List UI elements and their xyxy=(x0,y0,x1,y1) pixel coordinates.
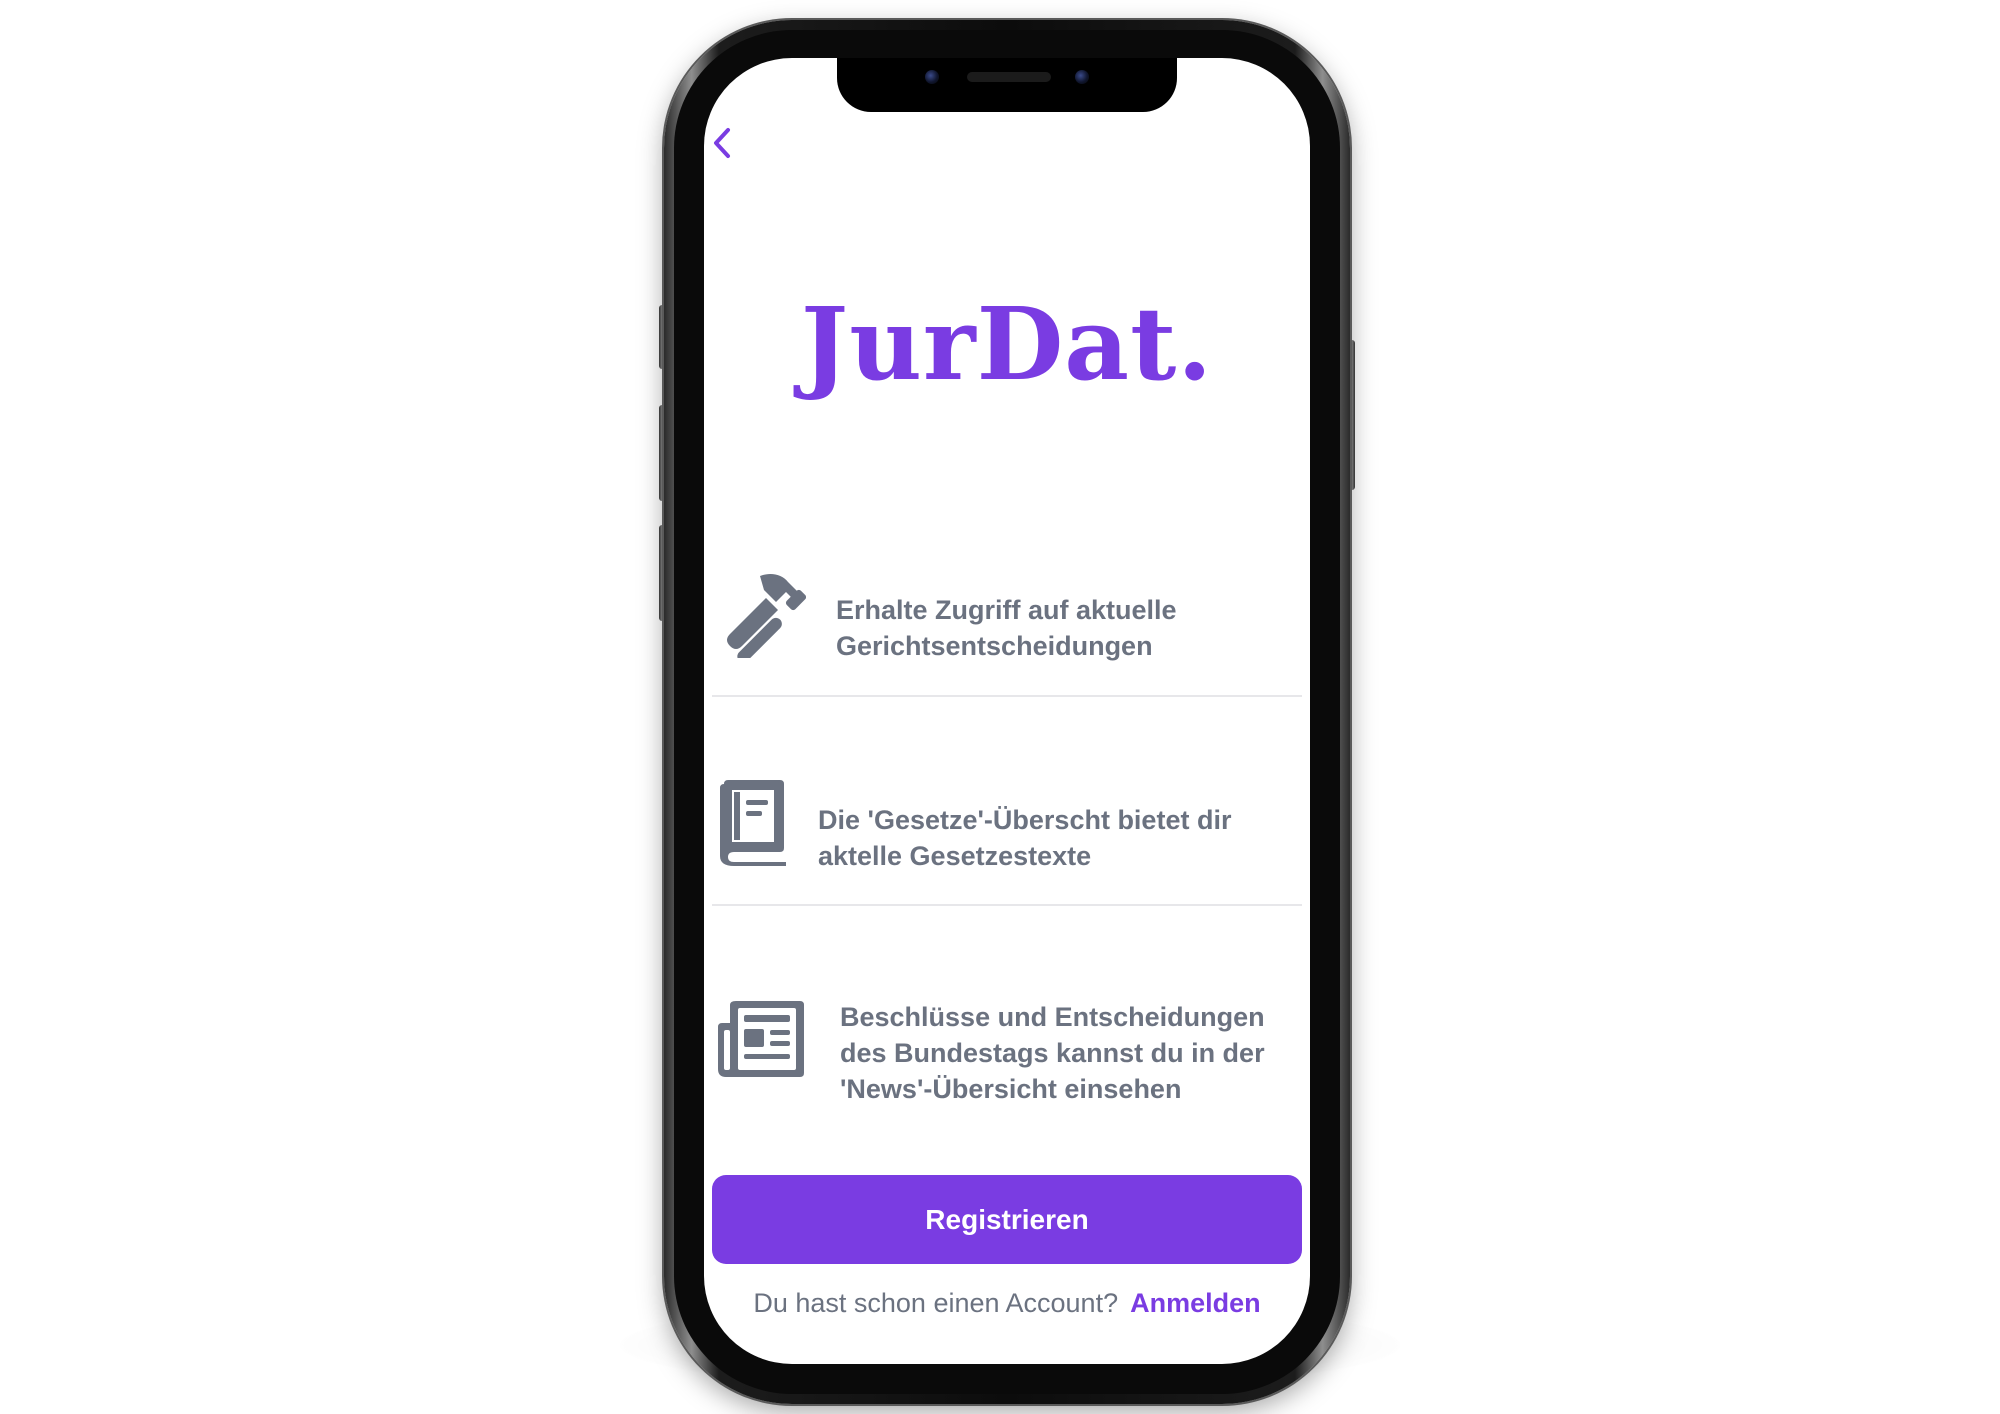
feature-text: Die 'Gesetze'-Überscht bietet dir aktell… xyxy=(818,805,1232,871)
newspaper-icon xyxy=(718,1001,804,1077)
signin-prompt: Du hast schon einen Account? xyxy=(753,1288,1119,1318)
register-button[interactable]: Registrieren xyxy=(712,1175,1302,1264)
chevron-left-icon xyxy=(714,128,730,158)
feature-court-decisions: Erhalte Zugriff auf aktuelle Gerichtsent… xyxy=(704,548,1310,678)
hammer-icon xyxy=(727,574,806,658)
divider xyxy=(712,904,1302,906)
earpiece-speaker xyxy=(967,72,1051,82)
front-sensor xyxy=(925,70,939,84)
feature-text: Erhalte Zugriff auf aktuelle Gerichtsent… xyxy=(836,595,1177,661)
stage: JurDat. Erhalte Zugriff auf aktuelle Ger… xyxy=(0,0,2000,1414)
front-camera xyxy=(1075,70,1089,84)
signin-row: Du hast schon einen Account? Anmelden xyxy=(704,1288,1310,1319)
feature-news: Beschlüsse und Entscheidungen des Bundes… xyxy=(704,963,1310,1123)
feature-laws: Die 'Gesetze'-Überscht bietet dir aktell… xyxy=(704,758,1310,888)
app-screen: JurDat. Erhalte Zugriff auf aktuelle Ger… xyxy=(704,58,1310,1364)
feature-text: Beschlüsse und Entscheidungen des Bundes… xyxy=(840,1002,1265,1104)
divider xyxy=(712,695,1302,697)
signin-link[interactable]: Anmelden xyxy=(1130,1288,1261,1318)
notch xyxy=(837,58,1177,112)
back-button[interactable] xyxy=(704,118,744,168)
law-book-icon xyxy=(720,780,786,866)
app-logo: JurDat. xyxy=(800,285,1214,403)
